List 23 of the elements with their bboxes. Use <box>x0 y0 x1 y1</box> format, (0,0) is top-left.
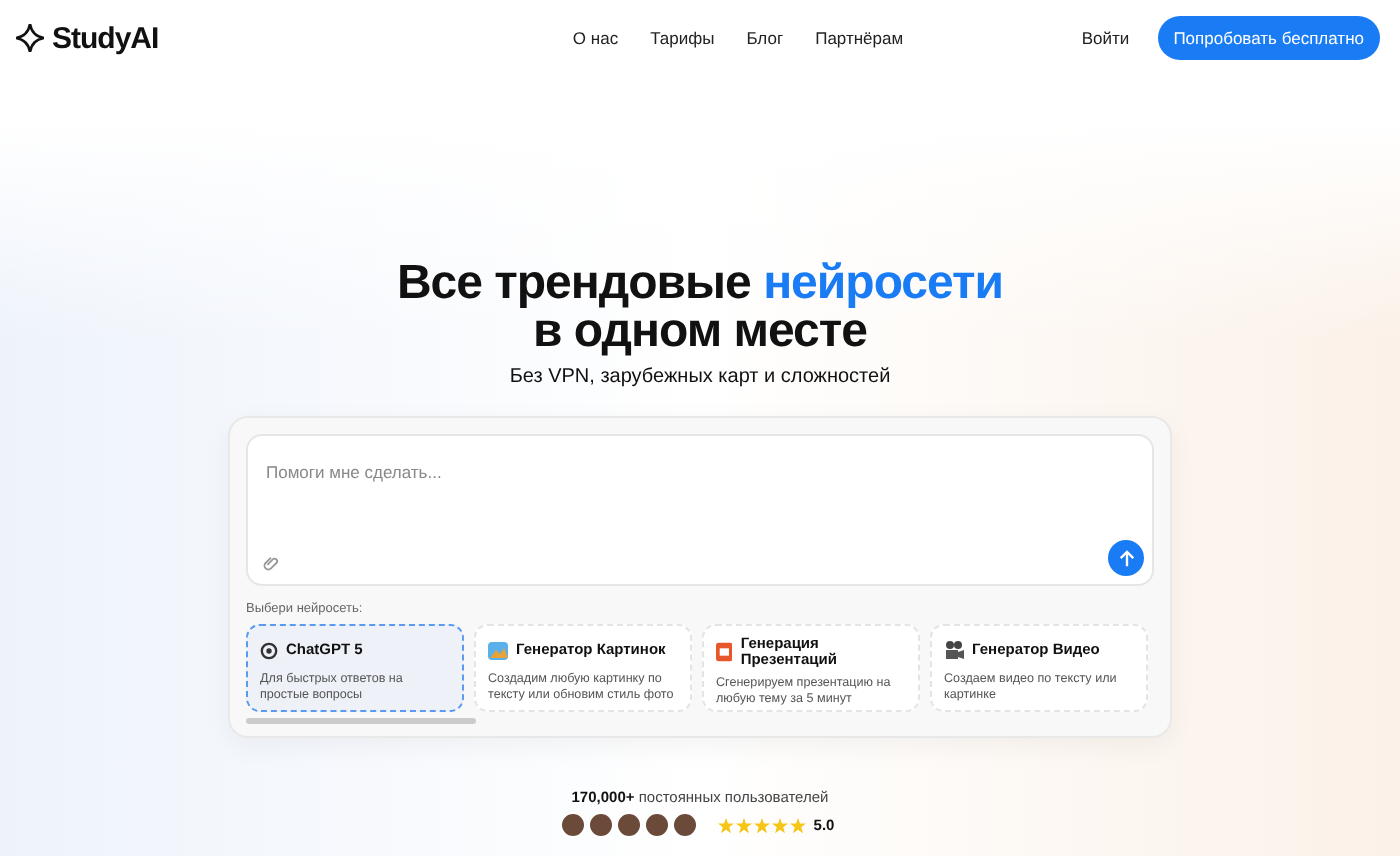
send-button[interactable] <box>1108 540 1144 576</box>
sparkle-logo-icon <box>16 24 44 52</box>
logo-text: StudyAI <box>52 21 159 55</box>
paperclip-icon[interactable] <box>262 554 280 572</box>
scrollbar[interactable] <box>246 718 476 724</box>
avatar <box>643 812 670 838</box>
presentation-icon <box>716 642 733 662</box>
login-link[interactable]: Войти <box>1081 28 1130 48</box>
nav-link[interactable]: Тарифы <box>650 28 715 48</box>
try-free-button[interactable]: Попробовать бесплатно <box>1157 16 1380 60</box>
prompt-field[interactable]: Помоги мне сделать... <box>262 460 1146 484</box>
avatar <box>559 812 586 838</box>
nav-link[interactable]: О нас <box>572 28 619 48</box>
hero-title: Все трендовые нейросети в одном месте <box>396 260 1004 356</box>
nav-link[interactable]: Партнёрам <box>815 28 904 48</box>
avatar <box>587 812 614 838</box>
avatar <box>671 812 698 838</box>
arrow-up-icon <box>1117 549 1135 567</box>
nav-link[interactable]: Блог <box>746 28 784 48</box>
hero-subtitle: Без VPN, зарубежных карт и сложностей <box>509 366 891 388</box>
film-camera-icon <box>944 640 964 660</box>
picture-icon <box>488 641 508 659</box>
avatar <box>615 812 642 838</box>
